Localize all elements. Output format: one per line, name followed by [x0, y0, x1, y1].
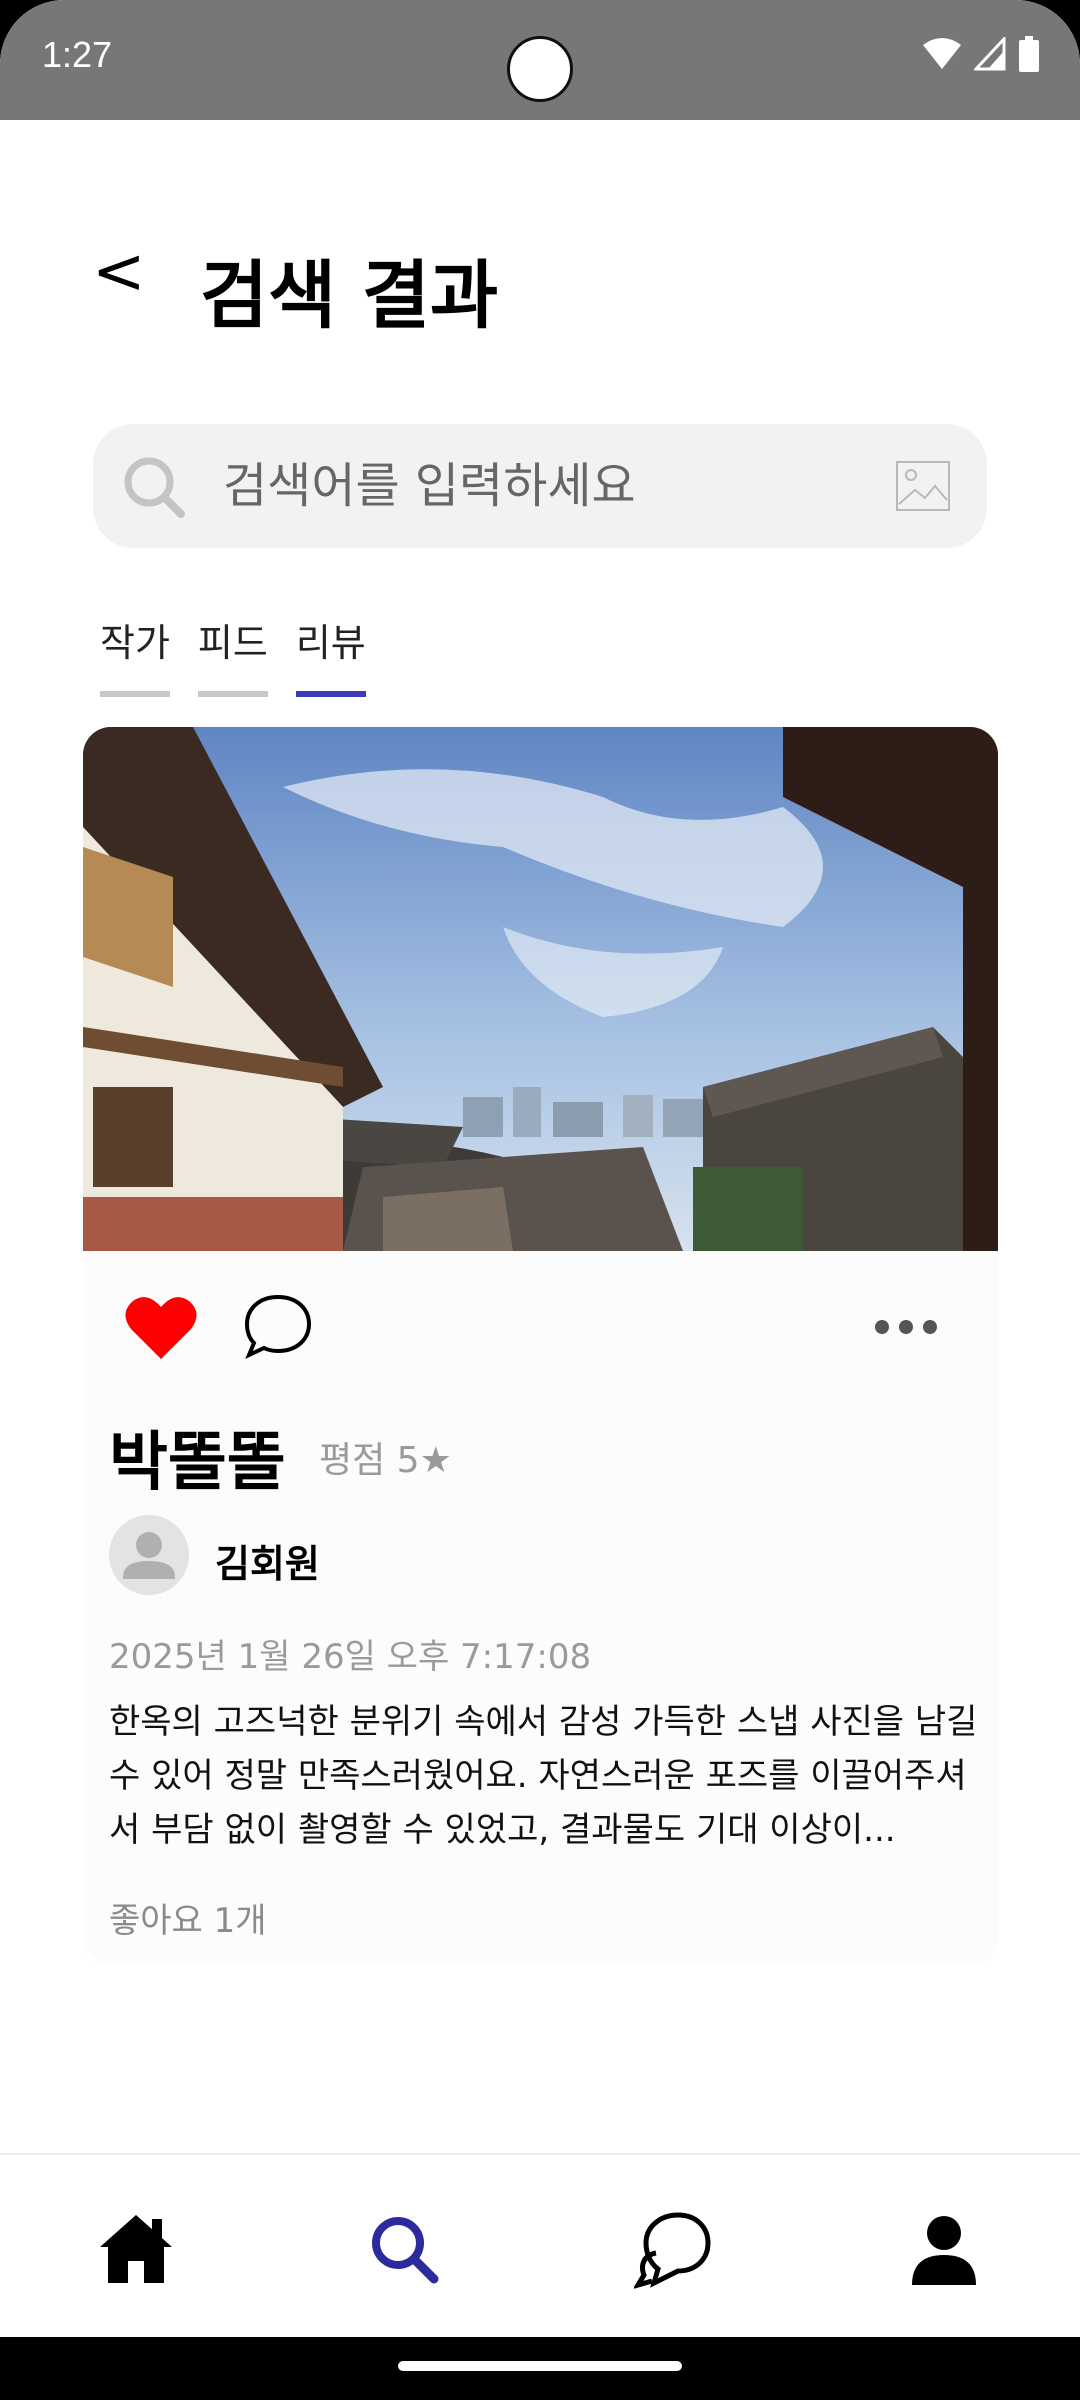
status-bar: 1:27 — [0, 0, 1080, 120]
review-body: 한옥의 고즈넉한 분위기 속에서 감성 가득한 스냅 사진을 남길 수 있어 정… — [109, 1702, 978, 1850]
home-gesture-handle[interactable] — [398, 2361, 682, 2371]
signal-icon — [974, 37, 1006, 71]
header: < 검색 결과 — [0, 200, 1080, 360]
tab-bar: 작가 피드 리뷰 — [100, 612, 366, 697]
comment-icon[interactable] — [243, 1291, 313, 1361]
tab-artist[interactable]: 작가 — [100, 612, 170, 697]
search-icon — [124, 457, 185, 518]
rating-label: 평점 5★ — [319, 1440, 452, 1481]
heart-icon[interactable] — [125, 1295, 197, 1361]
avatar[interactable] — [109, 1515, 189, 1595]
search-input[interactable] — [223, 450, 843, 522]
review-photo[interactable] — [83, 727, 998, 1251]
review-title: 박똘똘 — [109, 1426, 286, 1500]
more-options-icon[interactable] — [874, 1317, 938, 1337]
like-count: 좋아요 1개 — [109, 1901, 267, 1941]
page-title: 검색 결과 — [200, 253, 499, 339]
tab-review-underline — [295, 691, 366, 697]
tab-artist-label: 작가 — [100, 621, 170, 665]
tab-feed-underline — [197, 691, 268, 697]
app-screen: 1:27 < 검색 결과 작가 피드 — [0, 0, 1080, 2400]
home-icon[interactable] — [96, 2209, 176, 2289]
nav-search-icon[interactable] — [364, 2209, 444, 2289]
status-time: 1:27 — [42, 34, 113, 75]
avatar-placeholder-icon — [123, 1532, 175, 1579]
bottom-nav — [0, 2153, 1080, 2337]
review-card[interactable]: 박똘똘 평점 5★ 김회원 2025년 1월 26일 오후 7:17:08 한옥… — [83, 727, 998, 1965]
review-date: 2025년 1월 26일 오후 7:17:08 — [109, 1637, 592, 1677]
search-bar[interactable] — [93, 424, 987, 548]
chat-icon[interactable] — [634, 2209, 714, 2289]
tab-feed[interactable]: 피드 — [197, 612, 268, 697]
tab-artist-underline — [100, 691, 170, 697]
camera-cutout — [507, 36, 573, 102]
tab-review-label: 리뷰 — [295, 621, 366, 665]
tab-review[interactable]: 리뷰 — [295, 612, 366, 697]
status-icons — [922, 36, 1040, 72]
author-name[interactable]: 김회원 — [215, 1533, 320, 1588]
gesture-bar — [0, 2337, 1080, 2400]
back-button[interactable]: < — [92, 240, 146, 304]
wifi-icon — [923, 38, 961, 69]
battery-icon — [1019, 36, 1039, 72]
tab-feed-label: 피드 — [197, 621, 268, 665]
profile-icon[interactable] — [904, 2209, 984, 2289]
image-search-icon[interactable] — [895, 460, 951, 512]
